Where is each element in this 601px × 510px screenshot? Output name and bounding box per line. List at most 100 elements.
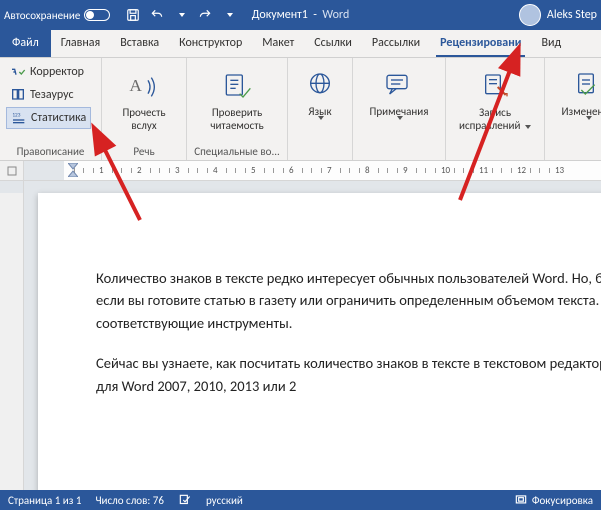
check-accessibility-label2: читаемость bbox=[210, 120, 263, 133]
chevron-down-icon bbox=[316, 121, 324, 134]
tracking-group-label bbox=[452, 146, 538, 160]
tab-home[interactable]: Главная bbox=[51, 30, 110, 57]
proofing-group-label: Правописание bbox=[6, 145, 95, 160]
thesaurus-label: Тезаурус bbox=[30, 88, 74, 102]
vertical-ruler[interactable] bbox=[0, 181, 24, 490]
autosave-switch[interactable] bbox=[84, 9, 110, 21]
tab-file[interactable]: Файл bbox=[0, 30, 51, 57]
word-count-button[interactable]: 123 Статистика bbox=[6, 107, 91, 129]
qat-more-icon[interactable] bbox=[218, 4, 240, 26]
ruler-tick: 6 bbox=[289, 165, 294, 176]
language-button[interactable]: Язык bbox=[294, 61, 346, 141]
ruler-tick: 9 bbox=[403, 165, 408, 176]
chevron-down-icon bbox=[525, 125, 531, 129]
status-focus-mode[interactable]: Фокусировка bbox=[514, 493, 593, 507]
language-group-label bbox=[294, 146, 346, 160]
ruler-tick: 3 bbox=[175, 165, 180, 176]
ribbon-group-language: Язык bbox=[288, 58, 353, 160]
ruler-corner[interactable] bbox=[0, 161, 24, 180]
accessibility-icon bbox=[221, 71, 253, 103]
status-word-count[interactable]: Число слов: 76 bbox=[95, 494, 164, 507]
quick-access-toolbar bbox=[122, 4, 240, 26]
save-icon[interactable] bbox=[122, 4, 144, 26]
status-focus-label: Фокусировка bbox=[532, 494, 593, 507]
check-accessibility-button[interactable]: Проверить читаемость bbox=[193, 61, 281, 141]
titlebar: Автосохранение Документ1 - Word Aleks St… bbox=[0, 0, 601, 30]
tab-view[interactable]: Вид bbox=[531, 30, 571, 57]
speech-group-label: Речь bbox=[108, 145, 180, 160]
track-changes-label2: исправлений bbox=[459, 119, 520, 132]
undo-dropdown-icon[interactable] bbox=[170, 4, 192, 26]
ribbon-group-comments: Примечания bbox=[353, 58, 446, 160]
ruler-tick: 1 bbox=[99, 165, 104, 176]
word-count-label: Статистика bbox=[31, 111, 86, 125]
ruler-tick: 4 bbox=[213, 165, 218, 176]
status-language[interactable]: русский bbox=[206, 494, 243, 507]
thesaurus-button[interactable]: Тезаурус bbox=[6, 84, 91, 106]
changes-label: Изменения bbox=[561, 106, 601, 119]
account-area[interactable]: Aleks Step bbox=[519, 4, 597, 26]
tab-layout[interactable]: Макет bbox=[252, 30, 304, 57]
tab-mailings[interactable]: Рассылки bbox=[362, 30, 430, 57]
page-viewport[interactable]: Количество знаков в тексте редко интерес… bbox=[24, 181, 601, 490]
svg-text:123: 123 bbox=[12, 113, 20, 119]
ruler-tick: 12 bbox=[517, 165, 526, 176]
tab-review[interactable]: Рецензировани bbox=[430, 30, 531, 57]
book-icon bbox=[10, 87, 26, 103]
changes-button[interactable]: Изменения bbox=[551, 61, 601, 141]
track-changes-icon bbox=[479, 71, 511, 103]
changes-group-label bbox=[551, 146, 601, 160]
ruler-tick: 13 bbox=[555, 165, 564, 176]
doc-name: Документ1 bbox=[252, 8, 308, 22]
paragraph[interactable]: Сейчас вы узнаете, как посчитать количес… bbox=[96, 352, 601, 397]
undo-icon[interactable] bbox=[146, 4, 168, 26]
user-name: Aleks Step bbox=[547, 8, 597, 22]
ruler-tick: 10 bbox=[441, 165, 450, 176]
ribbon: Корректор Тезаурус 123 Статистика Правоп… bbox=[0, 58, 601, 161]
autosave-toggle[interactable]: Автосохранение bbox=[4, 9, 110, 22]
changes-icon bbox=[572, 70, 601, 102]
horizontal-ruler-area: 12345678910111213 bbox=[0, 161, 601, 181]
read-aloud-label2: вслух bbox=[131, 120, 156, 133]
horizontal-ruler[interactable]: 12345678910111213 bbox=[24, 161, 601, 180]
tab-insert[interactable]: Вставка bbox=[110, 30, 169, 57]
track-changes-button[interactable]: Запись исправлений bbox=[452, 61, 538, 141]
corrector-button[interactable]: Корректор bbox=[6, 61, 91, 83]
read-aloud-button[interactable]: A Прочесть вслух bbox=[108, 61, 180, 141]
statistics-icon: 123 bbox=[11, 110, 27, 126]
statusbar: Страница 1 из 1 Число слов: 76 русский Ф… bbox=[0, 490, 601, 510]
read-aloud-icon: A bbox=[128, 71, 160, 103]
ribbon-group-accessibility: Проверить читаемость Специальные во... bbox=[187, 58, 288, 160]
ribbon-group-changes: Изменения bbox=[545, 58, 601, 160]
abc-check-icon bbox=[10, 64, 26, 80]
page: Количество знаков в тексте редко интерес… bbox=[38, 193, 601, 490]
ribbon-group-tracking: Запись исправлений bbox=[446, 58, 545, 160]
chevron-down-icon bbox=[584, 121, 592, 134]
ruler-tick: 11 bbox=[479, 165, 488, 176]
ruler-tick: 7 bbox=[327, 165, 332, 176]
svg-text:A: A bbox=[129, 76, 142, 95]
comments-group-label bbox=[359, 146, 439, 160]
tab-design[interactable]: Конструктор bbox=[169, 30, 252, 57]
status-page[interactable]: Страница 1 из 1 bbox=[8, 494, 81, 507]
language-icon bbox=[304, 70, 336, 102]
paragraph[interactable]: Количество знаков в тексте редко интерес… bbox=[96, 267, 601, 334]
redo-icon[interactable] bbox=[194, 4, 216, 26]
ruler-tick: 8 bbox=[365, 165, 370, 176]
status-spellcheck-icon[interactable] bbox=[178, 493, 192, 507]
comment-icon bbox=[383, 70, 415, 102]
ribbon-tabs: Файл Главная Вставка Конструктор Макет С… bbox=[0, 30, 601, 58]
chevron-down-icon bbox=[395, 121, 403, 134]
ribbon-group-proofing: Корректор Тезаурус 123 Статистика Правоп… bbox=[0, 58, 102, 160]
first-line-indent-marker[interactable] bbox=[68, 163, 78, 180]
ruler-tick: 2 bbox=[137, 165, 142, 176]
app-name: Word bbox=[322, 8, 349, 22]
tab-references[interactable]: Ссылки bbox=[304, 30, 362, 57]
ruler-tick: 5 bbox=[251, 165, 256, 176]
avatar bbox=[519, 4, 541, 26]
corrector-label: Корректор bbox=[30, 65, 84, 79]
document-area: Количество знаков в тексте редко интерес… bbox=[0, 181, 601, 490]
comments-button[interactable]: Примечания bbox=[359, 61, 439, 141]
ribbon-group-speech: A Прочесть вслух Речь bbox=[102, 58, 187, 160]
autosave-label: Автосохранение bbox=[4, 9, 80, 22]
